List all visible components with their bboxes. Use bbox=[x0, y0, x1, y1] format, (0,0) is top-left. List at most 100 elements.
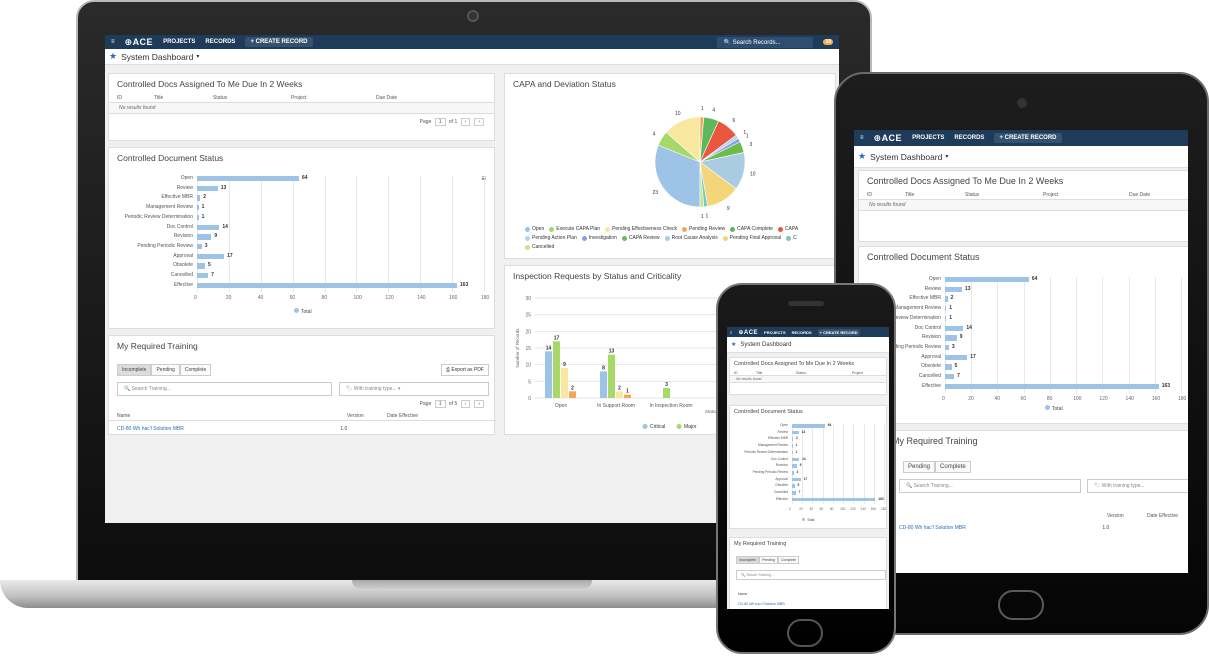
training-type-select[interactable]: 🏷 With training type... ▾ bbox=[339, 382, 489, 396]
legend-item[interactable]: Investigation bbox=[581, 235, 617, 242]
create-record-button[interactable]: + CREATE RECORD bbox=[994, 133, 1062, 143]
training-type-select[interactable]: 🏷 With training type... bbox=[1087, 479, 1188, 493]
star-icon[interactable]: ★ bbox=[731, 341, 736, 348]
next-page-button[interactable]: › bbox=[474, 118, 484, 126]
prev-page-button[interactable]: ‹ bbox=[460, 118, 471, 126]
bar[interactable] bbox=[792, 457, 800, 462]
prev-page-button[interactable]: ‹ bbox=[460, 400, 471, 408]
table-row[interactable]: CD-80 Wh hac'l Solution MBR 1.0 bbox=[117, 426, 487, 432]
column-bar[interactable] bbox=[553, 341, 560, 398]
export-pdf-button[interactable]: ⎙ Export as PDF bbox=[441, 364, 489, 376]
bar[interactable] bbox=[792, 424, 825, 428]
bar[interactable] bbox=[792, 477, 801, 482]
col-project[interactable]: Project bbox=[291, 95, 376, 101]
next-page-button[interactable]: › bbox=[474, 400, 484, 408]
tab-incomplete[interactable]: Incomplete bbox=[736, 556, 760, 564]
nav-projects[interactable]: PROJECTS bbox=[912, 135, 944, 141]
chevron-down-icon[interactable]: ▾ bbox=[945, 153, 948, 160]
column-bar[interactable] bbox=[569, 391, 576, 398]
page-title[interactable]: System Dashboard bbox=[121, 52, 193, 62]
bar[interactable] bbox=[792, 491, 796, 495]
bar[interactable] bbox=[945, 364, 952, 370]
menu-icon[interactable]: ≡ bbox=[111, 39, 115, 45]
legend-item[interactable]: Root Cause Analysis bbox=[664, 235, 718, 242]
tab-incomplete[interactable]: Incomplete bbox=[117, 364, 152, 376]
bar[interactable] bbox=[197, 195, 201, 201]
legend-item[interactable]: Pending Effectiveness Check bbox=[605, 226, 677, 233]
ace-logo[interactable]: ⊕ACE bbox=[125, 37, 154, 48]
training-link[interactable]: CD-80 Wh hac'l Solution MBR bbox=[117, 426, 339, 432]
legend-item[interactable]: Pending Final Approval bbox=[722, 235, 781, 242]
legend-label[interactable]: Critical bbox=[650, 424, 665, 430]
bar[interactable] bbox=[197, 253, 225, 259]
bar[interactable] bbox=[945, 315, 947, 322]
nav-records[interactable]: RECORDS bbox=[205, 39, 235, 45]
legend-item[interactable]: Cancelled bbox=[525, 244, 554, 251]
nav-records[interactable]: RECORDS bbox=[954, 135, 984, 141]
column-bar[interactable] bbox=[600, 371, 607, 398]
legend-label[interactable]: Major bbox=[684, 424, 697, 430]
bar[interactable] bbox=[197, 214, 199, 221]
star-icon[interactable]: ★ bbox=[109, 51, 117, 62]
training-search-input[interactable]: 🔍 Search Training... bbox=[736, 570, 886, 580]
column-bar[interactable] bbox=[616, 391, 623, 398]
nav-records[interactable]: RECORDS bbox=[792, 330, 812, 335]
notification-icon[interactable]: 10 bbox=[823, 39, 833, 45]
table-row[interactable]: CD-80 Wh hac'l Solution MBR 1.0 bbox=[899, 525, 1109, 531]
col-id[interactable]: ID bbox=[117, 95, 154, 101]
bar[interactable] bbox=[945, 325, 964, 331]
bar[interactable] bbox=[945, 286, 963, 293]
star-icon[interactable]: ★ bbox=[858, 151, 866, 162]
bar[interactable] bbox=[197, 263, 205, 269]
ace-logo[interactable]: ⊕ACE bbox=[738, 329, 758, 336]
legend-item[interactable]: Execute CAPA Plan bbox=[549, 226, 600, 233]
training-search-input[interactable]: 🔍 Search Training... bbox=[117, 382, 332, 396]
bar[interactable] bbox=[197, 234, 212, 240]
column-bar[interactable] bbox=[624, 394, 631, 398]
bar[interactable] bbox=[197, 185, 218, 192]
legend-item[interactable]: Pending Action Plan bbox=[525, 235, 577, 242]
menu-icon[interactable]: ≡ bbox=[730, 330, 732, 335]
col-due-date[interactable]: Due Date bbox=[376, 95, 397, 101]
bar[interactable] bbox=[197, 176, 300, 182]
bar[interactable] bbox=[945, 374, 955, 380]
bar[interactable] bbox=[792, 444, 793, 448]
legend-item[interactable]: CAPA Complete bbox=[730, 226, 773, 233]
page-title[interactable]: System Dashboard bbox=[740, 342, 791, 348]
ace-logo[interactable]: ⊕ACE bbox=[874, 133, 903, 144]
legend-item[interactable]: Pending Review bbox=[682, 226, 725, 233]
col-status[interactable]: Status bbox=[213, 95, 291, 101]
bar[interactable] bbox=[945, 306, 947, 312]
col-title[interactable]: Title bbox=[154, 95, 213, 101]
bar[interactable] bbox=[945, 277, 1029, 283]
bar[interactable] bbox=[792, 497, 876, 502]
page-title[interactable]: System Dashboard bbox=[870, 152, 942, 162]
bar[interactable] bbox=[792, 437, 794, 442]
tab-pending[interactable]: Pending bbox=[151, 364, 180, 376]
legend-item[interactable]: CAPA Review bbox=[621, 235, 660, 242]
bar[interactable] bbox=[792, 450, 793, 455]
bar[interactable] bbox=[197, 273, 209, 279]
bar[interactable] bbox=[197, 282, 457, 289]
bar[interactable] bbox=[945, 383, 1159, 390]
tab-complete[interactable]: Complete bbox=[777, 556, 799, 564]
legend-marker[interactable] bbox=[676, 424, 682, 429]
page-input[interactable]: 1 bbox=[434, 118, 446, 126]
column-bar[interactable] bbox=[663, 388, 670, 398]
search-input[interactable]: 🔍 Search Records... bbox=[717, 36, 814, 48]
bar[interactable] bbox=[945, 296, 948, 302]
bar[interactable] bbox=[945, 354, 968, 360]
legend-item[interactable]: C bbox=[786, 235, 797, 242]
column-bar[interactable] bbox=[608, 354, 615, 398]
legend-item[interactable]: CAPA bbox=[777, 226, 798, 233]
tab-pending[interactable]: Pending bbox=[759, 556, 778, 564]
menu-icon[interactable]: ≡ bbox=[860, 135, 864, 141]
bar[interactable] bbox=[945, 335, 957, 341]
tab-complete[interactable]: Complete bbox=[179, 364, 212, 376]
create-record-button[interactable]: + CREATE RECORD bbox=[245, 37, 313, 47]
create-record-button[interactable]: + CREATE RECORD bbox=[817, 328, 860, 336]
bar[interactable] bbox=[792, 430, 799, 435]
bar[interactable] bbox=[945, 344, 949, 351]
legend-marker[interactable] bbox=[642, 424, 648, 429]
training-link[interactable]: CD-80 Wh hac'l Solution MBR bbox=[738, 602, 785, 606]
